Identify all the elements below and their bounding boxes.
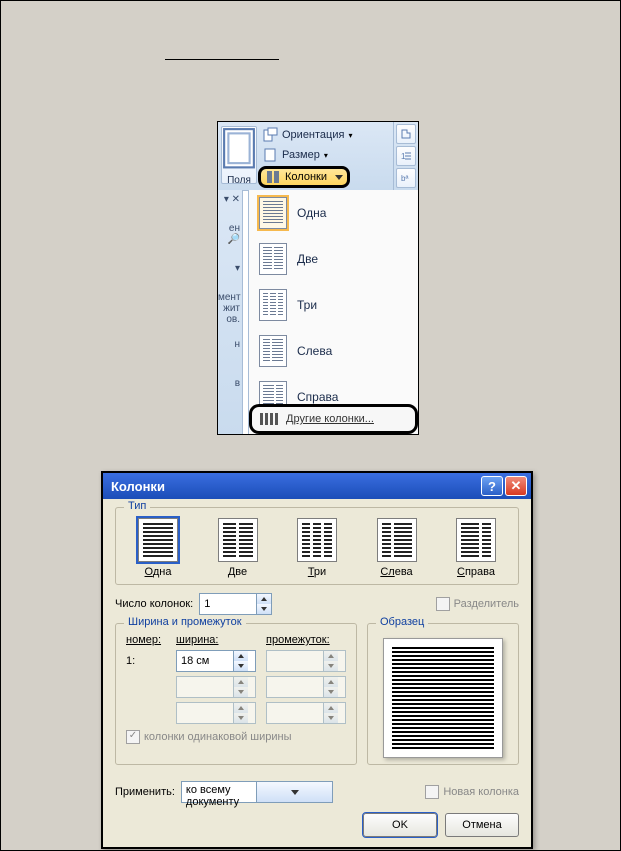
hyphenation-button[interactable]: bª bbox=[396, 168, 416, 188]
breaks-button[interactable] bbox=[396, 124, 416, 144]
horizontal-rule bbox=[165, 59, 279, 60]
size-label[interactable]: Размер bbox=[282, 149, 320, 161]
size-icon bbox=[262, 147, 278, 163]
new-column-checkbox: Новая колонка bbox=[425, 785, 519, 799]
ribbon-page-setup: Поля Ориентация ▾ Размер ▾ Колонки 1 bbox=[218, 122, 418, 191]
columns-preview-icon bbox=[259, 289, 287, 321]
spin-up[interactable] bbox=[257, 594, 271, 604]
left-pane-fragment: ▾ ✕ ен 🔎 ▾ мент жит ов. н в bbox=[218, 190, 243, 434]
dropdown-item-three[interactable]: Три bbox=[249, 282, 418, 328]
checkbox-icon bbox=[425, 785, 439, 799]
type-group-title: Тип bbox=[124, 500, 150, 512]
dropdown-more-columns[interactable]: Другие колонки... bbox=[249, 404, 418, 434]
width-group: Ширина и промежуток номер: ширина: проме… bbox=[115, 623, 357, 765]
checkbox-icon bbox=[126, 730, 140, 744]
svg-text:bª: bª bbox=[401, 174, 408, 183]
width-group-title: Ширина и промежуток bbox=[124, 616, 246, 628]
type-group: Тип Одна Две Три Слева bbox=[115, 507, 519, 585]
col-gap-header: промежуток: bbox=[266, 634, 346, 646]
close-button[interactable]: ✕ bbox=[505, 476, 527, 496]
dialog-titlebar: Колонки ? ✕ bbox=[103, 473, 531, 499]
columns-dialog: Колонки ? ✕ Тип Одна Две Три bbox=[101, 471, 533, 849]
columns-icon bbox=[260, 413, 278, 425]
type-two[interactable]: Две bbox=[206, 518, 270, 578]
count-input[interactable] bbox=[200, 594, 256, 614]
group-divider bbox=[393, 122, 394, 190]
count-label: Число колонок: bbox=[115, 598, 193, 610]
ribbon-columns-menu: Поля Ориентация ▾ Размер ▾ Колонки 1 bbox=[217, 121, 419, 435]
checkbox-icon bbox=[436, 597, 450, 611]
columns-label: Колонки bbox=[285, 171, 327, 183]
columns-preview-icon bbox=[259, 197, 287, 229]
apply-combo[interactable]: ко всему документу bbox=[181, 781, 333, 803]
chevron-down-icon bbox=[335, 175, 343, 180]
dropdown-item-one[interactable]: Одна bbox=[249, 190, 418, 236]
dialog-title: Колонки bbox=[111, 479, 479, 494]
columns-dropdown: Одна Две Три Слева Справа Другие колонки… bbox=[248, 190, 418, 434]
help-button[interactable]: ? bbox=[481, 476, 503, 496]
type-right[interactable]: Справа bbox=[444, 518, 508, 578]
row1-gap-spinner bbox=[266, 650, 346, 672]
cancel-button[interactable]: Отмена bbox=[445, 813, 519, 837]
line-numbers-button[interactable]: 1 bbox=[396, 146, 416, 166]
columns-preview-icon bbox=[259, 335, 287, 367]
sample-group: Образец bbox=[367, 623, 519, 765]
chevron-down-icon[interactable] bbox=[256, 782, 332, 802]
dropdown-item-two[interactable]: Две bbox=[249, 236, 418, 282]
count-spinner[interactable] bbox=[199, 593, 272, 615]
col-number-header: номер: bbox=[126, 634, 166, 646]
row3-width-spinner bbox=[176, 702, 256, 724]
col-width-header: ширина: bbox=[176, 634, 256, 646]
columns-preview-icon bbox=[259, 243, 287, 275]
row1-width-spinner[interactable] bbox=[176, 650, 256, 672]
orientation-icon bbox=[262, 127, 278, 143]
margins-icon bbox=[222, 127, 256, 170]
type-one[interactable]: Одна bbox=[126, 518, 190, 578]
row2-width-spinner bbox=[176, 676, 256, 698]
row2-gap-spinner bbox=[266, 676, 346, 698]
row3-gap-spinner bbox=[266, 702, 346, 724]
apply-value: ко всему документу bbox=[182, 782, 257, 802]
dropdown-item-left[interactable]: Слева bbox=[249, 328, 418, 374]
type-left[interactable]: Слева bbox=[365, 518, 429, 578]
spin-down[interactable] bbox=[257, 604, 271, 614]
type-three[interactable]: Три bbox=[285, 518, 349, 578]
sample-group-title: Образец bbox=[376, 616, 428, 628]
sample-preview bbox=[383, 638, 503, 758]
ok-button[interactable]: OK bbox=[363, 813, 437, 837]
orientation-label[interactable]: Ориентация bbox=[282, 129, 344, 141]
equal-width-checkbox[interactable]: колонки одинаковой ширины bbox=[126, 730, 292, 744]
fields-label: Поля bbox=[222, 175, 256, 186]
columns-button[interactable]: Колонки bbox=[258, 166, 350, 188]
apply-label: Применить: bbox=[115, 786, 175, 798]
row1-num: 1: bbox=[126, 655, 166, 667]
columns-icon bbox=[265, 169, 281, 185]
fields-button[interactable]: Поля bbox=[221, 126, 257, 184]
separator-checkbox[interactable]: Разделитель bbox=[436, 597, 519, 611]
